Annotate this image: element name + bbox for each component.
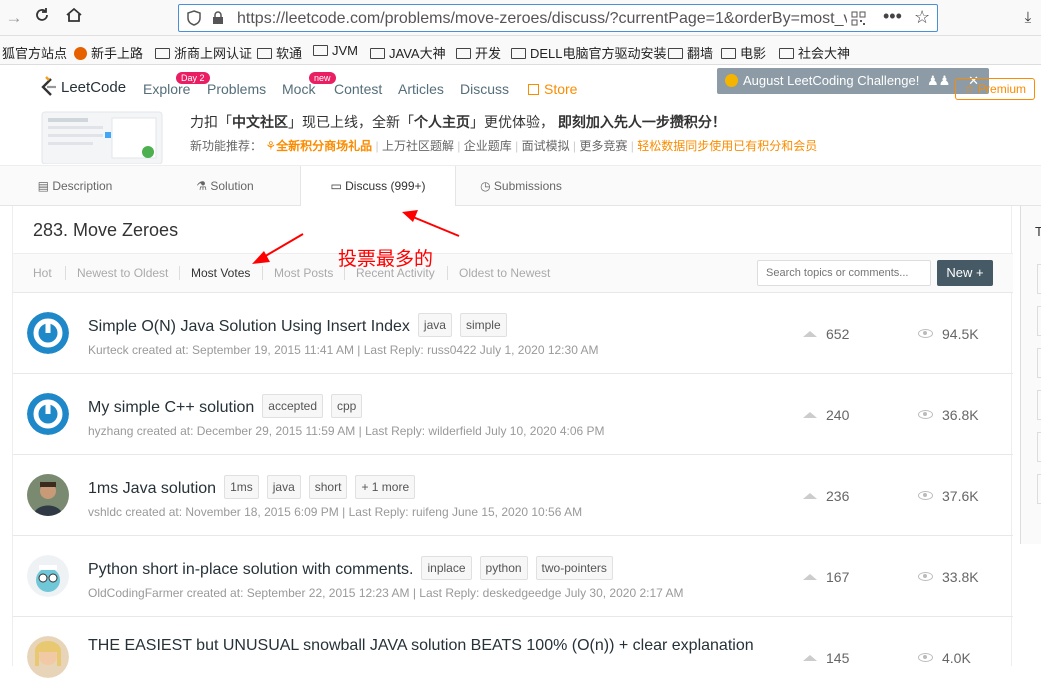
- annotation-arrow-discuss-tab: [402, 210, 460, 237]
- annotation-arrow-most-votes: [252, 233, 304, 264]
- annotation-arrows: [252, 210, 460, 264]
